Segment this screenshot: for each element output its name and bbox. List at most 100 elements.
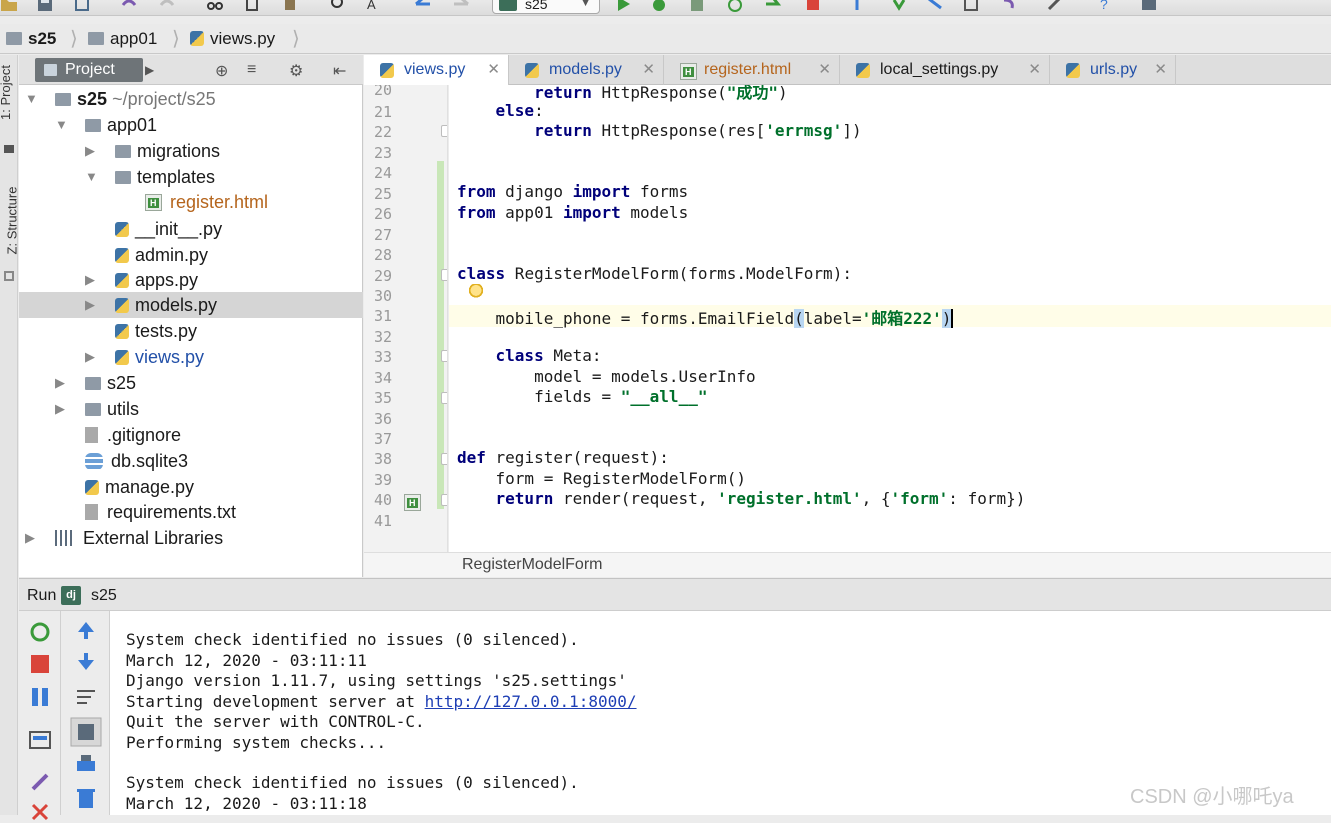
nav-crumb-project[interactable]: s25	[6, 28, 56, 50]
profile-icon[interactable]	[726, 0, 744, 12]
breadcrumb-item[interactable]: RegisterModelForm	[462, 556, 602, 573]
console-icon[interactable]	[1140, 0, 1158, 12]
tree-item-views-py[interactable]: ▶ views.py	[19, 344, 363, 370]
tree-item-project-root[interactable]: ▼ s25 ~/project/s25	[19, 86, 363, 112]
scroll-to-end-icon[interactable]	[70, 717, 102, 747]
fold-marker-icon[interactable]	[441, 269, 447, 281]
update-icon[interactable]	[890, 0, 908, 12]
tree-item-apps-py[interactable]: ▶ apps.py	[19, 267, 363, 293]
hide-panel-icon[interactable]: ⇤	[333, 61, 346, 81]
commit-icon[interactable]	[926, 0, 944, 12]
tree-item-label: requirements.txt	[107, 502, 237, 522]
nav-crumb-app01[interactable]: app01	[88, 28, 157, 50]
fold-marker-icon[interactable]	[441, 125, 447, 137]
close-icon[interactable]: ✕	[1154, 55, 1167, 85]
tree-item-templates[interactable]: ▼ templates	[19, 164, 363, 190]
structure-tool-button[interactable]: Z: Structure	[4, 187, 19, 255]
pause-icon[interactable]	[28, 686, 52, 708]
cut-icon[interactable]	[206, 0, 224, 12]
triangle-right-icon[interactable]: ▶	[145, 63, 154, 77]
tree-item-migrations[interactable]: ▶ migrations	[19, 138, 363, 164]
vcs-icon[interactable]	[848, 0, 866, 12]
close-icon[interactable]	[28, 801, 52, 823]
lightbulb-icon[interactable]	[469, 284, 483, 300]
paste-icon[interactable]	[282, 0, 300, 12]
open-icon[interactable]	[0, 0, 18, 12]
code-line-38: def register(request):	[457, 448, 669, 467]
debug-icon[interactable]	[650, 0, 668, 12]
tab-urls-py[interactable]: urls.py ✕	[1050, 55, 1176, 85]
restore-layout-icon[interactable]	[28, 729, 52, 751]
tree-item-register-html[interactable]: register.html	[19, 189, 363, 215]
undo-icon[interactable]	[120, 0, 138, 12]
project-view-select[interactable]: Project	[35, 58, 143, 82]
stop-icon[interactable]	[28, 653, 52, 675]
project-tool-button[interactable]: 1: Project	[0, 65, 13, 120]
forward-icon[interactable]	[452, 0, 470, 12]
run-config-tab[interactable]: s25	[91, 579, 117, 612]
favorites-tool-button[interactable]: orites	[0, 773, 1, 805]
help-icon[interactable]: ?	[1096, 0, 1114, 12]
collapse-all-icon[interactable]: ≡	[247, 61, 256, 79]
soft-wrap-icon[interactable]	[74, 685, 98, 707]
fold-marker-icon[interactable]	[441, 392, 447, 404]
close-icon[interactable]: ✕	[818, 55, 831, 85]
code-editor[interactable]: return HttpResponse("成功") else: return H…	[449, 85, 1331, 552]
close-icon[interactable]: ✕	[1028, 55, 1041, 85]
sync-icon[interactable]	[74, 0, 92, 12]
redo-icon[interactable]	[158, 0, 176, 12]
tree-item-models-py[interactable]: ▶ models.py	[19, 292, 363, 318]
tab-local-settings-py[interactable]: local_settings.py ✕	[840, 55, 1050, 85]
editor-tab-bar: views.py ✕ models.py ✕ register.html ✕ l…	[364, 55, 1331, 85]
tree-item-gitignore[interactable]: .gitignore	[19, 422, 363, 448]
project-panel-header: Project ▶ ⊕ ≡ ⚙ ⇤	[19, 55, 363, 85]
arrow-up-icon[interactable]	[74, 619, 98, 641]
python-file-icon	[856, 63, 870, 78]
editor-breadcrumb[interactable]: RegisterModelForm	[364, 552, 1331, 577]
stop-icon[interactable]	[804, 0, 822, 12]
tab-views-py[interactable]: views.py ✕	[364, 55, 509, 85]
close-icon[interactable]: ✕	[487, 55, 500, 85]
copy-icon[interactable]	[244, 0, 262, 12]
fold-marker-icon[interactable]	[441, 350, 447, 362]
template-link-icon[interactable]	[404, 494, 421, 511]
tree-item-app01[interactable]: ▼ app01	[19, 112, 363, 138]
tab-models-py[interactable]: models.py ✕	[509, 55, 664, 85]
run-concurrency-icon[interactable]	[764, 0, 782, 12]
tree-item-utils[interactable]: ▶ utils	[19, 396, 363, 422]
fold-marker-icon[interactable]	[441, 453, 447, 465]
tree-item-tests-py[interactable]: tests.py	[19, 318, 363, 344]
tree-item-init-py[interactable]: __init__.py	[19, 216, 363, 242]
tree-item-requirements-txt[interactable]: requirements.txt	[19, 499, 363, 525]
python-file-icon	[1066, 63, 1080, 78]
history-icon[interactable]	[962, 0, 980, 12]
locate-icon[interactable]: ⊕	[215, 61, 228, 81]
print-icon[interactable]	[74, 753, 98, 775]
revert-icon[interactable]	[1000, 0, 1018, 12]
tree-item-manage-py[interactable]: manage.py	[19, 474, 363, 500]
editor-gutter[interactable]: 20 21 22 23 24 25 26 27 28 29 30 31 32 3…	[364, 85, 448, 552]
coverage-icon[interactable]	[688, 0, 706, 12]
arrow-down-icon[interactable]	[74, 651, 98, 673]
pin-icon[interactable]	[28, 771, 52, 793]
trash-icon[interactable]	[74, 787, 98, 809]
find-icon[interactable]	[330, 0, 348, 12]
console-line: Performing system checks...	[126, 733, 387, 752]
save-icon[interactable]	[36, 0, 54, 12]
close-icon[interactable]: ✕	[642, 55, 655, 85]
rerun-icon[interactable]	[28, 621, 52, 643]
tree-item-s25[interactable]: ▶ s25	[19, 370, 363, 396]
settings-icon[interactable]	[1046, 0, 1064, 12]
server-url-link[interactable]: http://127.0.0.1:8000/	[425, 692, 637, 711]
replace-icon[interactable]: A	[366, 0, 384, 12]
tree-item-admin-py[interactable]: admin.py	[19, 242, 363, 268]
back-icon[interactable]	[414, 0, 432, 12]
tab-register-html[interactable]: register.html ✕	[664, 55, 840, 85]
run-icon[interactable]	[614, 0, 632, 12]
tree-item-db-sqlite3[interactable]: db.sqlite3	[19, 448, 363, 474]
gear-icon[interactable]: ⚙	[289, 61, 303, 81]
run-configuration-select[interactable]: s25 ▼	[492, 0, 600, 14]
nav-crumb-views[interactable]: views.py	[190, 28, 275, 50]
fold-marker-icon[interactable]	[441, 494, 447, 506]
tree-item-external-libraries[interactable]: ▶ External Libraries	[19, 525, 363, 551]
